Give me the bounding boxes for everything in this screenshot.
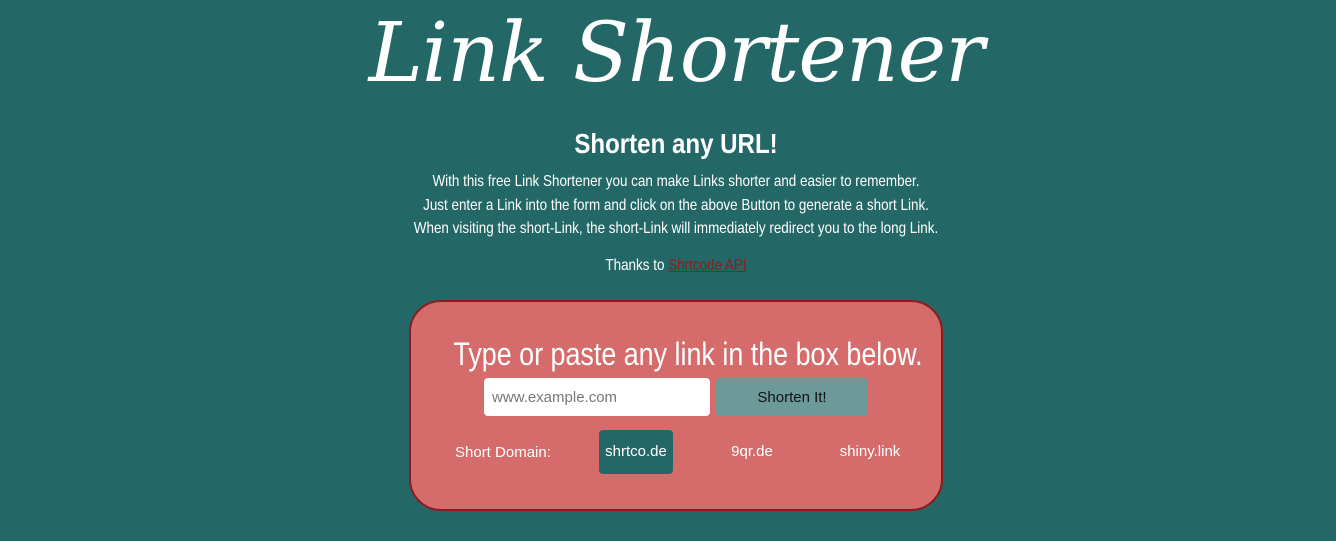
- form-heading: Type or paste any link in the box below.: [453, 336, 923, 372]
- page-subtitle: Shorten any URL!: [574, 128, 778, 159]
- description-line: With this free Link Shortener you can ma…: [432, 173, 920, 190]
- shrtcode-api-link[interactable]: Shrtcode API: [668, 257, 746, 274]
- description-line: Just enter a Link into the form and clic…: [423, 196, 929, 214]
- credits-text: Thanks to: [605, 257, 669, 274]
- page-title: Link Shortener: [368, 6, 985, 101]
- domain-option-9qr[interactable]: 9qr.de: [714, 430, 790, 474]
- url-input[interactable]: [484, 378, 710, 416]
- domain-option-shrtco[interactable]: shrtco.de: [599, 430, 673, 474]
- description-line: When visiting the short-Link, the short-…: [413, 220, 939, 237]
- domain-option-shiny[interactable]: shiny.link: [830, 430, 910, 474]
- shorten-button[interactable]: Shorten It!: [716, 378, 868, 416]
- short-domain-label: Short Domain:: [455, 444, 551, 461]
- shorten-form-card: Type or paste any link in the box below.…: [409, 300, 943, 511]
- credits: Thanks to Shrtcode API: [108, 255, 1244, 277]
- description: With this free Link Shortener you can ma…: [108, 170, 1244, 241]
